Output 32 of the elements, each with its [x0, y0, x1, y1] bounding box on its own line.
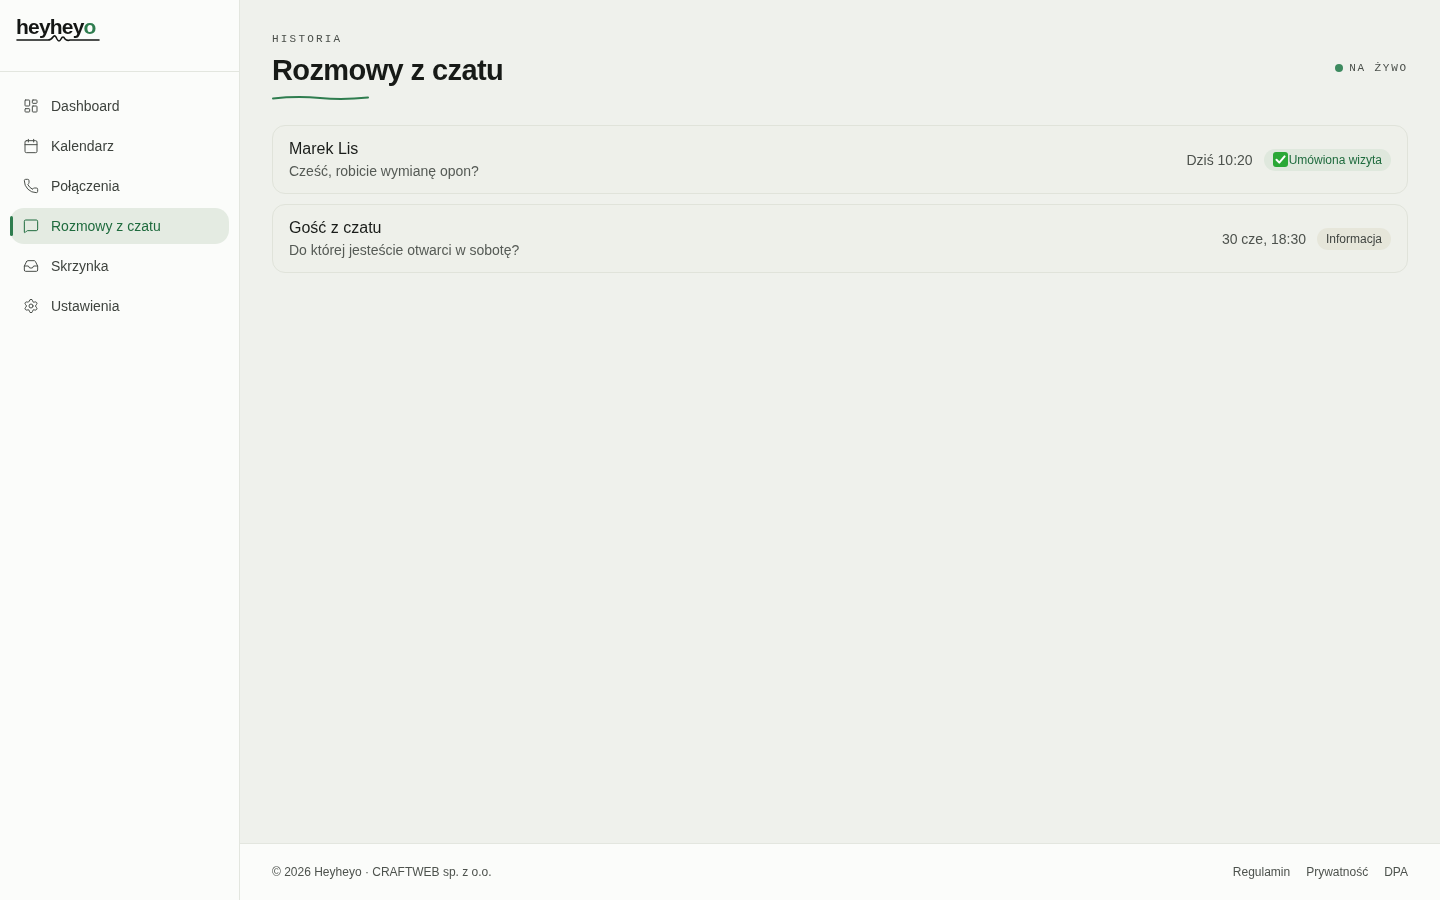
message-preview: Do której jesteście otwarci w sobotę?	[289, 242, 520, 259]
settings-icon	[23, 298, 39, 314]
footer-link[interactable]: DPA	[1384, 865, 1408, 879]
inbox-icon	[23, 258, 39, 274]
live-label: NA ŻYWO	[1349, 62, 1408, 74]
message-time: 30 cze, 18:30	[1221, 230, 1306, 247]
contact-name: Gość z czatu	[289, 219, 383, 238]
copyright-text: © 2026 Heyheyo · CRAFTWEB sp. z o.o.	[272, 865, 492, 879]
logo: heyheyo	[16, 16, 100, 43]
conversation-card[interactable]: Gość z czatu Do której jesteście otwarci w sobotę? 30 cze, 18:30 Informacja	[272, 204, 1408, 274]
sidebar-item[interactable]: Ustawienia	[10, 288, 229, 324]
eyebrow-label: HISTORIA	[272, 33, 343, 45]
sidebar-item[interactable]: Dashboard	[10, 88, 229, 124]
sidebar-item[interactable]: Połączenia	[10, 168, 229, 204]
phone-icon	[23, 178, 39, 194]
dashboard-icon	[23, 98, 39, 114]
status-tag-label: Informacja	[1325, 231, 1382, 246]
contact-name: Marek Lis	[289, 140, 360, 159]
message-preview: Cześć, robicie wymianę opon?	[289, 163, 479, 180]
wave-underline-icon	[272, 95, 369, 102]
sidebar-item[interactable]: Skrzynka	[10, 248, 229, 284]
sidebar-item[interactable]: Kalendarz	[10, 128, 229, 164]
status-tag-label: Umówiona wizyta	[1288, 152, 1382, 167]
message-time: Dziś 10:20	[1186, 151, 1253, 168]
conversation-card[interactable]: Marek Lis Cześć, robicie wymianę opon? Dziś 10:20 Umówiona wizyta	[272, 125, 1408, 195]
calendar-icon	[23, 138, 39, 154]
footer-link[interactable]: Prywatność	[1306, 865, 1369, 879]
check-icon	[1272, 152, 1288, 168]
page-title: Rozmowy z czatu	[272, 54, 504, 88]
footer-link[interactable]: Regulamin	[1232, 865, 1291, 879]
chat-bubble-icon	[23, 218, 39, 234]
sidebar-item[interactable]: Rozmowy z czatu	[10, 208, 229, 244]
